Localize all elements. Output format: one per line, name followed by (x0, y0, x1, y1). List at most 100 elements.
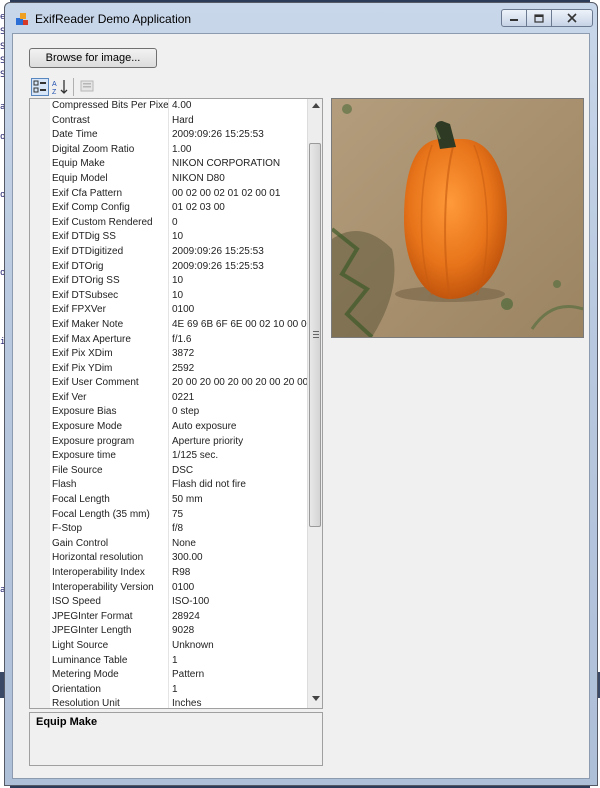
property-row[interactable]: Exif Custom Rendered 0 (30, 215, 308, 231)
property-value[interactable]: 3872 (172, 347, 308, 362)
property-row[interactable]: JPEGInter Length 9028 (30, 624, 308, 639)
property-row[interactable]: Date Time 2009:09:26 15:25:53 (30, 128, 308, 143)
property-row[interactable]: Exif DTOrig 2009:09:26 15:25:53 (30, 259, 308, 275)
property-row[interactable]: F-Stop f/8 (30, 522, 308, 537)
property-value[interactable]: f/1.6 (172, 333, 308, 348)
property-row[interactable]: Metering Mode Pattern (30, 668, 308, 683)
title-bar[interactable]: ExifReader Demo Application (5, 3, 597, 33)
property-value[interactable]: 2009:09:26 15:25:53 (172, 128, 308, 143)
scroll-up-button[interactable] (308, 99, 322, 114)
property-row[interactable]: Contrast Hard (30, 113, 308, 129)
property-value[interactable]: 0100 (172, 581, 308, 596)
property-value[interactable]: Hard (172, 114, 308, 129)
property-value[interactable]: Inches (172, 697, 308, 708)
property-row[interactable]: Orientation 1 (30, 682, 308, 698)
property-row[interactable]: Exposure program Aperture priority (30, 434, 308, 450)
property-value[interactable]: Flash did not fire (172, 478, 308, 493)
property-value[interactable]: 00 02 00 02 01 02 00 01 (172, 187, 308, 202)
property-value[interactable]: 10 (172, 274, 308, 289)
property-row[interactable]: ISO Speed ISO-100 (30, 595, 308, 610)
categorized-button[interactable] (31, 78, 49, 96)
property-value[interactable]: f/8 (172, 522, 308, 537)
property-row[interactable]: Exif Pix XDim 3872 (30, 347, 308, 362)
property-value[interactable]: 2009:09:26 15:25:53 (172, 245, 308, 260)
scroll-thumb[interactable] (309, 143, 321, 527)
property-value[interactable]: 1/125 sec. (172, 449, 308, 464)
property-row[interactable]: JPEGInter Format 28924 (30, 609, 308, 625)
property-value[interactable]: R98 (172, 566, 308, 581)
property-row[interactable]: File Source DSC (30, 463, 308, 479)
property-pages-button[interactable] (79, 78, 97, 96)
property-value[interactable]: 0221 (172, 391, 308, 406)
property-row[interactable]: Digital Zoom Ratio 1.00 (30, 142, 308, 158)
property-value[interactable]: None (172, 537, 308, 552)
property-value[interactable]: 4E 69 6B 6F 6E 00 02 10 00 00 (172, 318, 308, 333)
property-value[interactable]: Aperture priority (172, 435, 308, 450)
property-value[interactable]: Pattern (172, 668, 308, 683)
property-value[interactable]: 0 (172, 216, 308, 231)
property-value[interactable]: NIKON D80 (172, 172, 308, 187)
property-row[interactable]: Exif Pix YDim 2592 (30, 361, 308, 377)
property-row[interactable]: Exif Ver 0221 (30, 390, 308, 406)
property-grid[interactable]: Compressed Bits Per Pixel 4.00 Contrast Har… (29, 98, 323, 709)
property-value[interactable]: 75 (172, 508, 308, 523)
property-row[interactable]: Exif FPXVer 0100 (30, 303, 308, 318)
row-gutter (30, 566, 50, 581)
property-value[interactable]: 0 step (172, 405, 308, 420)
row-gutter (30, 347, 50, 362)
property-row[interactable]: Equip Make NIKON CORPORATION (30, 157, 308, 172)
property-value[interactable]: 0100 (172, 303, 308, 318)
property-value[interactable]: 2009:09:26 15:25:53 (172, 260, 308, 275)
property-row[interactable]: Focal Length 50 mm (30, 493, 308, 508)
property-value[interactable]: 300.00 (172, 551, 308, 566)
property-row[interactable]: Exif DTDig SS 10 (30, 230, 308, 245)
property-row[interactable]: Resolution Unit Inches (30, 697, 308, 708)
property-row[interactable]: Exif Max Aperture f/1.6 (30, 332, 308, 348)
property-value[interactable]: 1.00 (172, 143, 308, 158)
property-row[interactable]: Exif Comp Config 01 02 03 00 (30, 201, 308, 216)
scroll-down-button[interactable] (308, 693, 322, 708)
property-row[interactable]: Gain Control None (30, 536, 308, 552)
property-value[interactable]: 28924 (172, 610, 308, 625)
property-value[interactable]: 1 (172, 654, 308, 669)
property-row[interactable]: Interoperability Version 0100 (30, 580, 308, 596)
property-value[interactable]: DSC (172, 464, 308, 479)
property-value[interactable]: ISO-100 (172, 595, 308, 610)
property-value[interactable]: 20 00 20 00 20 00 20 00 20 00 (172, 376, 308, 391)
property-value[interactable]: 10 (172, 289, 308, 304)
alphabetical-button[interactable]: A Z (51, 78, 69, 96)
property-value[interactable]: 01 02 03 00 (172, 201, 308, 216)
property-row[interactable]: Exif Cfa Pattern 00 02 00 02 01 02 00 01 (30, 186, 308, 202)
minimize-button[interactable] (501, 9, 527, 27)
property-value[interactable]: 2592 (172, 362, 308, 377)
property-row[interactable]: Exif DTSubsec 10 (30, 288, 308, 304)
property-grid-scrollbar[interactable] (307, 99, 322, 708)
property-row[interactable]: Flash Flash did not fire (30, 478, 308, 494)
property-row[interactable]: Equip Model NIKON D80 (30, 171, 308, 187)
property-value[interactable]: 9028 (172, 624, 308, 639)
property-row[interactable]: Exif DTDigitized 2009:09:26 15:25:53 (30, 244, 308, 260)
property-value[interactable]: Unknown (172, 639, 308, 654)
property-value[interactable]: 50 mm (172, 493, 308, 508)
property-row[interactable]: Exif Maker Note 4E 69 6B 6F 6E 00 02 10 0… (30, 317, 308, 333)
property-row[interactable]: Horizontal resolution 300.00 (30, 551, 308, 566)
property-value[interactable]: 1 (172, 683, 308, 698)
property-row[interactable]: Interoperability Index R98 (30, 566, 308, 581)
close-button[interactable] (551, 9, 593, 27)
property-row[interactable]: Exif DTOrig SS 10 (30, 274, 308, 289)
property-row[interactable]: Compressed Bits Per Pixel 4.00 (30, 99, 308, 114)
property-row[interactable]: Exposure Bias 0 step (30, 405, 308, 421)
property-value[interactable]: 4.00 (172, 99, 308, 114)
property-value[interactable]: Auto exposure (172, 420, 308, 435)
property-row[interactable]: Exposure Mode Auto exposure (30, 420, 308, 435)
property-row[interactable]: Light Source Unknown (30, 638, 308, 654)
browse-button[interactable]: Browse for image... (29, 48, 157, 68)
property-row[interactable]: Exposure time 1/125 sec. (30, 449, 308, 464)
property-value[interactable]: NIKON CORPORATION (172, 157, 308, 172)
property-value[interactable]: 10 (172, 230, 308, 245)
row-gutter (30, 638, 50, 654)
maximize-button[interactable] (526, 9, 552, 27)
property-row[interactable]: Focal Length (35 mm) 75 (30, 507, 308, 523)
property-row[interactable]: Luminance Table 1 (30, 653, 308, 669)
property-row[interactable]: Exif User Comment 20 00 20 00 20 00 20 00… (30, 376, 308, 391)
